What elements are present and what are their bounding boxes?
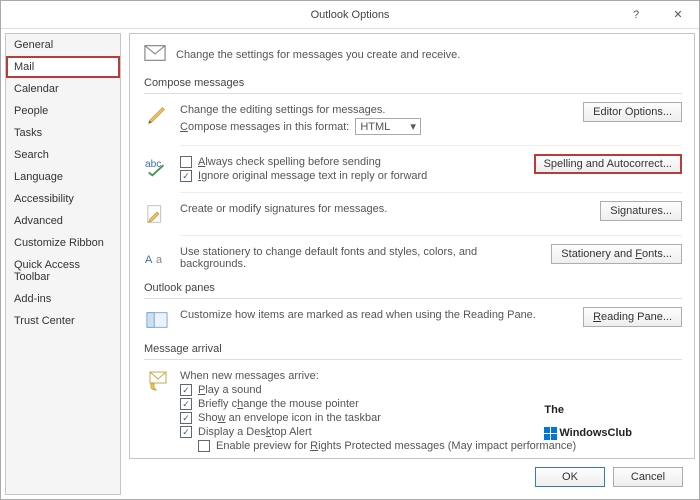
desktop-alert-checkbox[interactable]: ✓	[180, 426, 192, 438]
section-panes-header: Outlook panes	[144, 280, 682, 299]
desktop-alert-label: Display a Desktop Alert	[198, 426, 312, 438]
window-controls: ? ✕	[615, 1, 699, 28]
signatures-row: Create or modify signatures for messages…	[144, 201, 682, 227]
format-select[interactable]: HTML	[355, 118, 420, 135]
sidebar-item-trust-center[interactable]: Trust Center	[6, 310, 120, 332]
stationery-row: Aa Use stationery to change default font…	[144, 244, 682, 272]
editor-options-button[interactable]: Editor Options...	[583, 102, 682, 122]
signature-icon	[144, 201, 170, 227]
pointer-checkbox[interactable]: ✓	[180, 398, 192, 410]
section-compose-header: Compose messages	[144, 75, 682, 94]
reading-pane-text: Customize how items are marked as read w…	[180, 307, 573, 323]
always-check-label: Always check spelling before sending	[198, 156, 381, 168]
ok-button[interactable]: OK	[535, 467, 605, 487]
svg-text:a: a	[156, 254, 163, 266]
sidebar-item-quick-access[interactable]: Quick Access Toolbar	[6, 254, 120, 288]
spelling-content: Always check spelling before sending ✓ I…	[180, 154, 524, 184]
sidebar-item-advanced[interactable]: Advanced	[6, 210, 120, 232]
intro-text: Change the settings for messages you cre…	[176, 49, 460, 61]
sidebar-item-language[interactable]: Language	[6, 166, 120, 188]
sidebar-item-general[interactable]: General	[6, 34, 120, 56]
cancel-button[interactable]: Cancel	[613, 467, 683, 487]
reading-pane-button[interactable]: Reading Pane...	[583, 307, 682, 327]
format-label: Compose messages in this format:	[180, 121, 349, 133]
pointer-label: Briefly change the mouse pointer	[198, 398, 359, 410]
reading-pane-row: Customize how items are marked as read w…	[144, 307, 682, 333]
titlebar: Outlook Options ? ✕	[1, 1, 699, 29]
options-dialog: Outlook Options ? ✕ General Mail Calenda…	[0, 0, 700, 500]
sidebar-item-accessibility[interactable]: Accessibility	[6, 188, 120, 210]
sidebar-item-customize-ribbon[interactable]: Customize Ribbon	[6, 232, 120, 254]
bell-mail-icon	[144, 368, 170, 394]
signatures-text: Create or modify signatures for messages…	[180, 201, 590, 217]
envelope-line: ✓ Show an envelope icon in the taskbar	[180, 412, 682, 424]
section-arrival-header: Message arrival	[144, 341, 682, 360]
ignore-original-label: Ignore original message text in reply or…	[198, 170, 427, 182]
sidebar-item-calendar[interactable]: Calendar	[6, 78, 120, 100]
sidebar-item-tasks[interactable]: Tasks	[6, 122, 120, 144]
envelope-icon	[144, 44, 166, 65]
rights-protected-line: Enable preview for Rights Protected mess…	[180, 440, 682, 452]
category-sidebar: General Mail Calendar People Tasks Searc…	[5, 33, 121, 495]
main-panel: Change the settings for messages you cre…	[121, 29, 699, 499]
envelope-label: Show an envelope icon in the taskbar	[198, 412, 381, 424]
font-icon: Aa	[144, 244, 170, 270]
always-check-checkbox[interactable]	[180, 156, 192, 168]
rights-protected-checkbox[interactable]	[198, 440, 210, 452]
intro-row: Change the settings for messages you cre…	[144, 44, 682, 65]
arrival-content: When new messages arrive: ✓ Play a sound…	[180, 368, 682, 454]
close-button[interactable]: ✕	[657, 1, 699, 28]
editing-settings-row: Change the editing settings for messages…	[144, 102, 682, 137]
sidebar-item-search[interactable]: Search	[6, 144, 120, 166]
play-sound-label: Play a sound	[198, 384, 262, 396]
help-button[interactable]: ?	[615, 1, 657, 28]
stationery-text: Use stationery to change default fonts a…	[180, 244, 541, 272]
play-sound-checkbox[interactable]: ✓	[180, 384, 192, 396]
dialog-footer: OK Cancel	[129, 459, 695, 495]
spelling-autocorrect-button[interactable]: Spelling and Autocorrect...	[534, 154, 682, 174]
rights-protected-label: Enable preview for Rights Protected mess…	[216, 440, 576, 452]
always-check-line: Always check spelling before sending	[180, 156, 524, 168]
signatures-button[interactable]: Signatures...	[600, 201, 682, 221]
sidebar-item-mail[interactable]: Mail	[6, 56, 120, 78]
sidebar-item-addins[interactable]: Add-ins	[6, 288, 120, 310]
play-sound-line: ✓ Play a sound	[180, 384, 682, 396]
settings-scroll[interactable]: Change the settings for messages you cre…	[129, 33, 695, 459]
svg-text:A: A	[145, 254, 153, 266]
ignore-original-checkbox[interactable]: ✓	[180, 170, 192, 182]
dialog-body: General Mail Calendar People Tasks Searc…	[1, 29, 699, 499]
arrival-row: When new messages arrive: ✓ Play a sound…	[144, 368, 682, 454]
stationery-fonts-button[interactable]: Stationery and Fonts...	[551, 244, 682, 264]
format-line: Compose messages in this format: HTML	[180, 118, 573, 135]
arrival-intro: When new messages arrive:	[180, 370, 682, 382]
envelope-checkbox[interactable]: ✓	[180, 412, 192, 424]
editing-settings-text: Change the editing settings for messages…	[180, 104, 573, 116]
pencil-icon	[144, 102, 170, 128]
spellcheck-icon: abc	[144, 154, 170, 180]
desktop-alert-line: ✓ Display a Desktop Alert	[180, 426, 682, 438]
window-title: Outlook Options	[311, 9, 390, 21]
spelling-row: abc Always check spelling before sending…	[144, 154, 682, 184]
editing-settings-content: Change the editing settings for messages…	[180, 102, 573, 137]
sidebar-item-people[interactable]: People	[6, 100, 120, 122]
pane-icon	[144, 307, 170, 333]
ignore-original-line: ✓ Ignore original message text in reply …	[180, 170, 524, 182]
pointer-line: ✓ Briefly change the mouse pointer	[180, 398, 682, 410]
